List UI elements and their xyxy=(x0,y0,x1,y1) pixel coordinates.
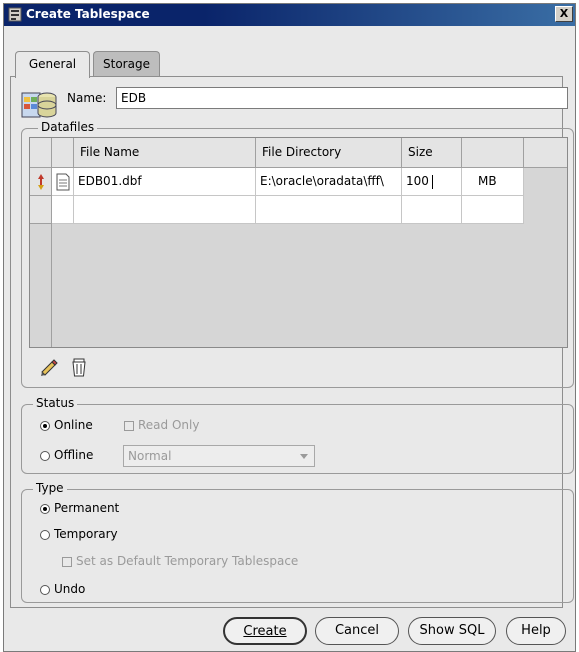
temporary-label[interactable]: Temporary xyxy=(54,527,118,541)
chevron-down-icon xyxy=(300,454,308,459)
size-value: 100 xyxy=(406,174,429,188)
window-title: Create Tablespace xyxy=(26,7,150,21)
permanent-radio[interactable] xyxy=(40,504,50,514)
icon-header xyxy=(52,138,74,168)
offline-mode-value: Normal xyxy=(128,449,172,463)
tablespace-icon xyxy=(21,92,57,118)
file-icon-cell xyxy=(52,168,74,196)
corner-header xyxy=(30,138,52,168)
show-sql-button[interactable]: Show SQL xyxy=(408,617,496,645)
tab-general-label: General xyxy=(28,57,77,71)
type-label: Type xyxy=(33,481,67,495)
window-icon xyxy=(8,7,22,22)
empty-cell[interactable] xyxy=(462,196,524,224)
row-header-1[interactable] xyxy=(30,168,52,196)
cell-file-directory[interactable]: E:\oracle\oradata\fff\ xyxy=(256,168,402,196)
read-only-checkbox[interactable] xyxy=(124,421,134,431)
temporary-radio[interactable] xyxy=(40,530,50,540)
column-header-filler xyxy=(524,138,567,168)
tab-general[interactable]: General xyxy=(15,51,90,78)
empty-cell[interactable] xyxy=(52,196,74,224)
row-header-2[interactable] xyxy=(30,196,52,224)
undo-radio[interactable] xyxy=(40,585,50,595)
cell-size[interactable]: 100 xyxy=(402,168,462,196)
online-radio[interactable] xyxy=(40,421,50,431)
online-label[interactable]: Online xyxy=(54,418,93,432)
column-header-size[interactable]: Size xyxy=(402,138,462,168)
tab-storage[interactable]: Storage xyxy=(93,51,160,76)
read-only-label[interactable]: Read Only xyxy=(138,418,199,432)
column-header-file-directory[interactable]: File Directory xyxy=(256,138,402,168)
undo-label[interactable]: Undo xyxy=(54,582,85,596)
default-temp-label[interactable]: Set as Default Temporary Tablespace xyxy=(76,554,298,568)
column-header-file-name[interactable]: File Name xyxy=(74,138,256,168)
cell-size-unit[interactable]: MB xyxy=(462,168,524,196)
file-icon xyxy=(56,173,70,191)
offline-mode-select[interactable]: Normal xyxy=(123,445,315,467)
permanent-label[interactable]: Permanent xyxy=(54,501,119,515)
empty-cell[interactable] xyxy=(74,196,256,224)
empty-cell[interactable] xyxy=(402,196,462,224)
empty-cell[interactable] xyxy=(256,196,402,224)
datafiles-label: Datafiles xyxy=(38,120,98,134)
create-button[interactable]: Create xyxy=(223,617,307,645)
offline-label[interactable]: Offline xyxy=(54,448,93,462)
column-header-unit xyxy=(462,138,524,168)
close-icon: X xyxy=(559,7,569,20)
name-input[interactable]: EDB xyxy=(116,87,568,109)
text-cursor xyxy=(431,174,433,189)
trash-icon[interactable] xyxy=(68,356,90,378)
help-button[interactable]: Help xyxy=(506,617,566,645)
offline-radio[interactable] xyxy=(40,451,50,461)
name-label: Name: xyxy=(67,91,107,105)
close-button[interactable]: X xyxy=(555,6,573,22)
cancel-button[interactable]: Cancel xyxy=(315,617,399,645)
pencil-icon[interactable] xyxy=(38,356,60,378)
title-bar: Create Tablespace X xyxy=(4,4,575,26)
row-header-gutter xyxy=(30,224,52,347)
tab-storage-label: Storage xyxy=(103,57,150,71)
cell-file-name[interactable]: EDB01.dbf xyxy=(74,168,256,196)
default-temp-checkbox[interactable] xyxy=(62,557,72,567)
datafiles-table: File Name File Directory Size EDB01.dbf … xyxy=(29,137,568,348)
current-row-icon xyxy=(38,174,44,190)
status-label: Status xyxy=(33,396,78,410)
